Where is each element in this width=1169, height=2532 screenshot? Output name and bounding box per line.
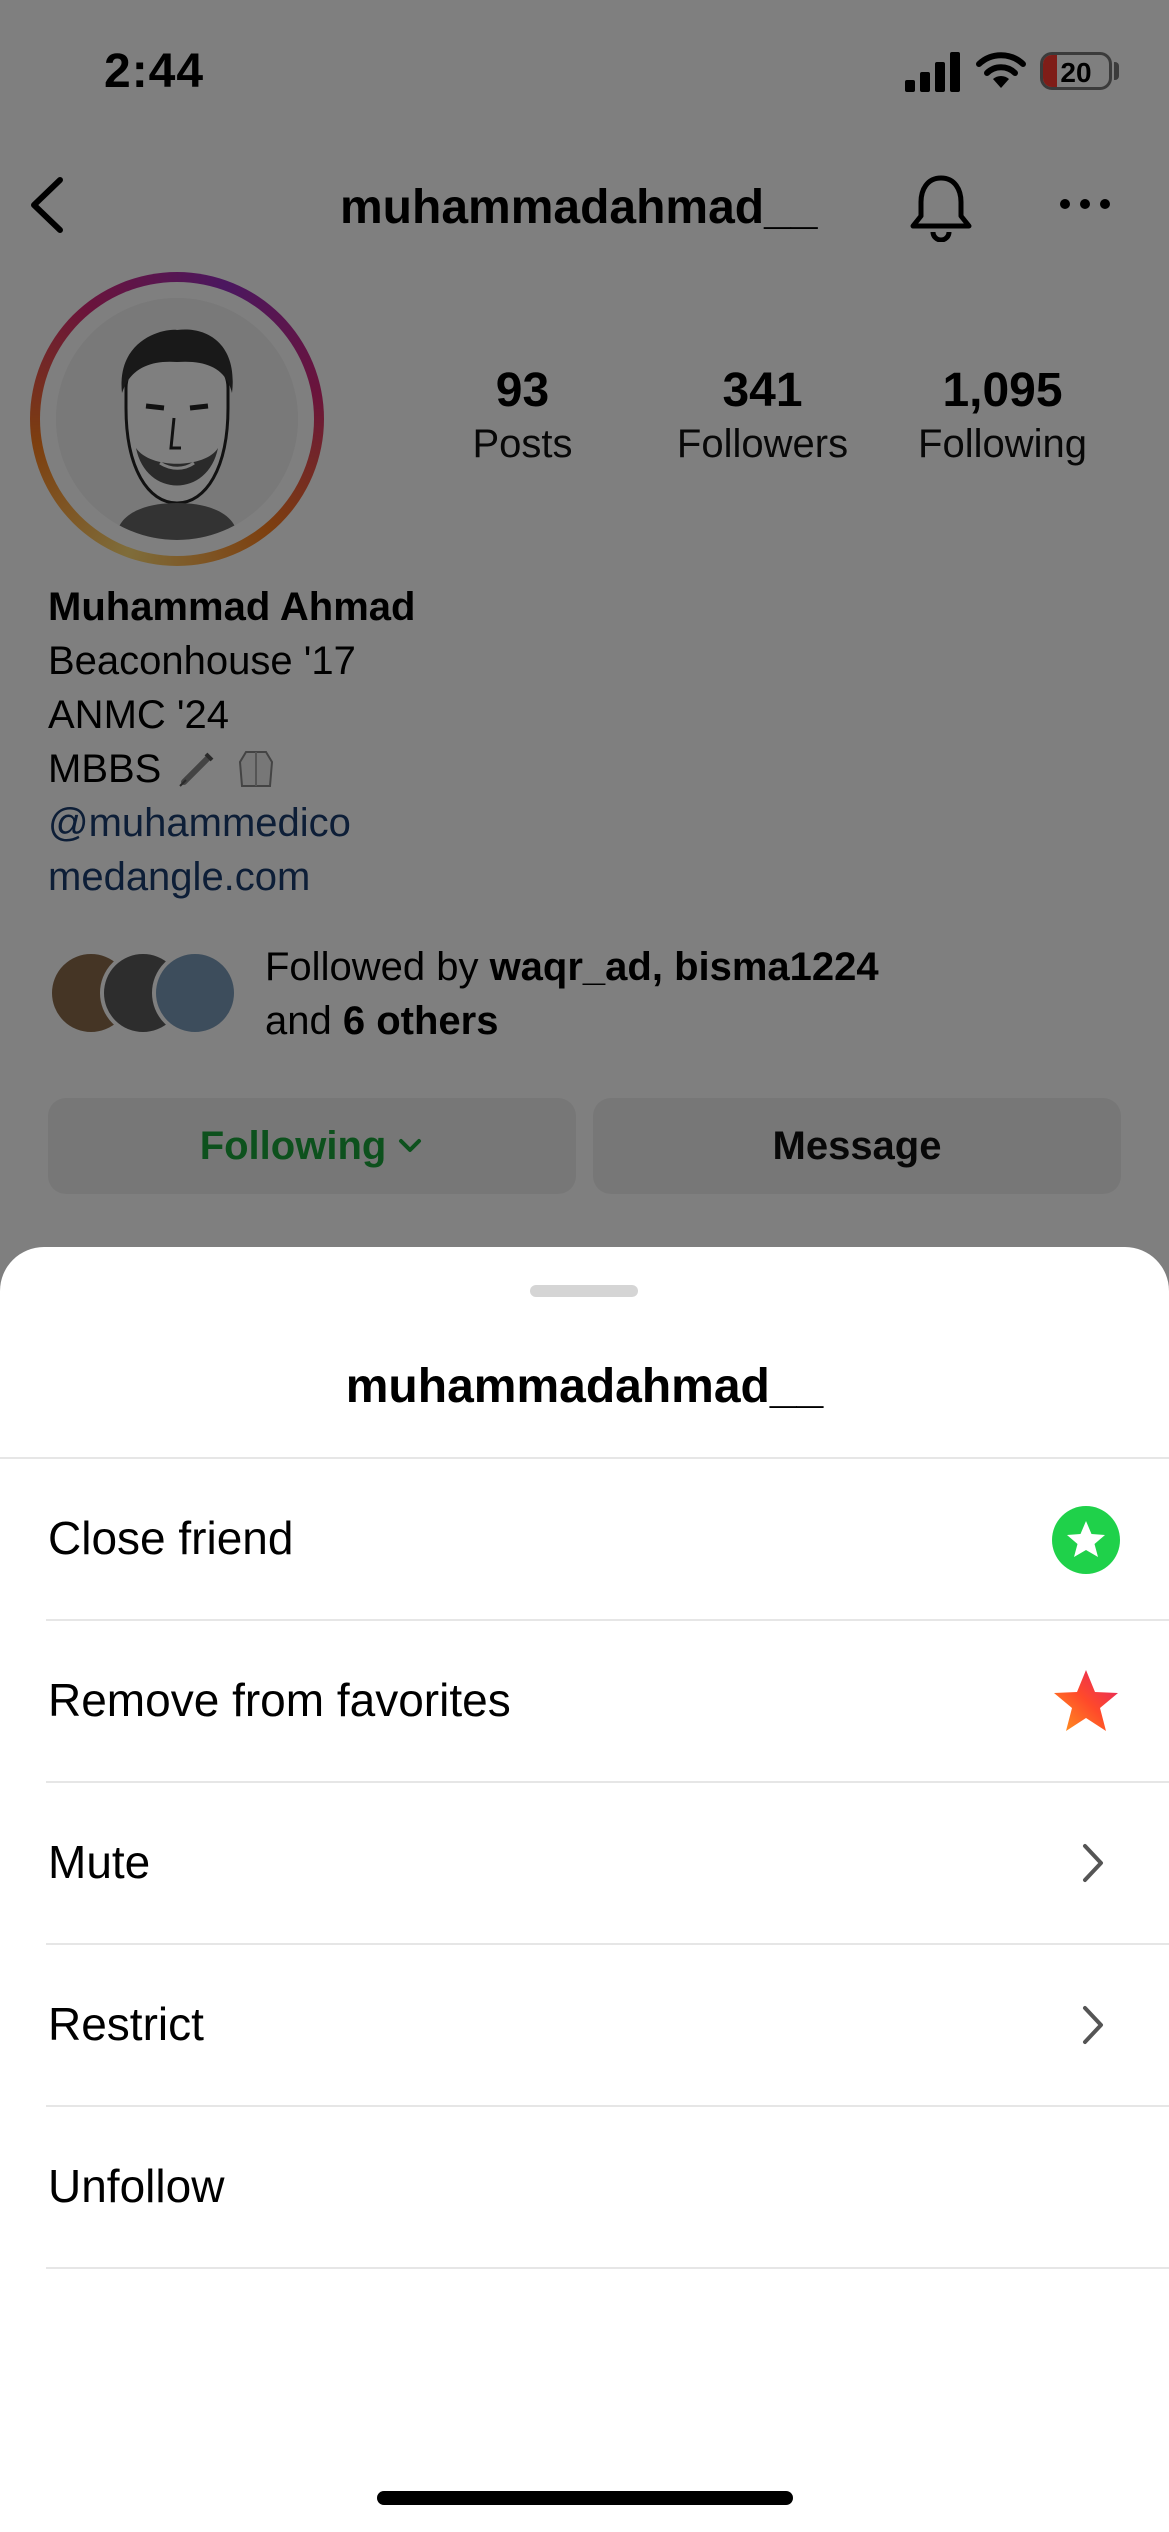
menu-item-mute[interactable]: Mute	[0, 1783, 1169, 1945]
sheet-title: muhammadahmad__	[345, 1360, 824, 1413]
chevron-right-icon	[1083, 1844, 1103, 1882]
menu-item-label: Remove from favorites	[48, 1674, 511, 1726]
menu-item-label: Unfollow	[48, 2160, 225, 2212]
menu-item-restrict[interactable]: Restrict	[0, 1945, 1169, 2107]
menu-item-unfollow[interactable]: Unfollow	[0, 2107, 1169, 2269]
menu-item-label: Close friend	[48, 1512, 294, 1564]
menu-separator	[46, 2267, 1169, 2269]
menu-item-remove-favorites[interactable]: Remove from favorites	[0, 1621, 1169, 1783]
menu-item-close-friend[interactable]: Close friend	[0, 1459, 1169, 1621]
menu-item-label: Mute	[48, 1836, 151, 1888]
menu-item-label: Restrict	[48, 1998, 204, 2050]
following-options-sheet: muhammadahmad__ Close friend Remove from…	[0, 1247, 1169, 2532]
chevron-right-icon	[1083, 2006, 1103, 2044]
sheet-grabber[interactable]	[530, 1285, 638, 1297]
profile-screen: 2:44 20 muhammadahmad__	[0, 0, 1169, 2532]
green-star-icon[interactable]	[1051, 1505, 1121, 1575]
favorite-star-icon	[1054, 1670, 1118, 1731]
home-indicator[interactable]	[377, 2491, 793, 2505]
